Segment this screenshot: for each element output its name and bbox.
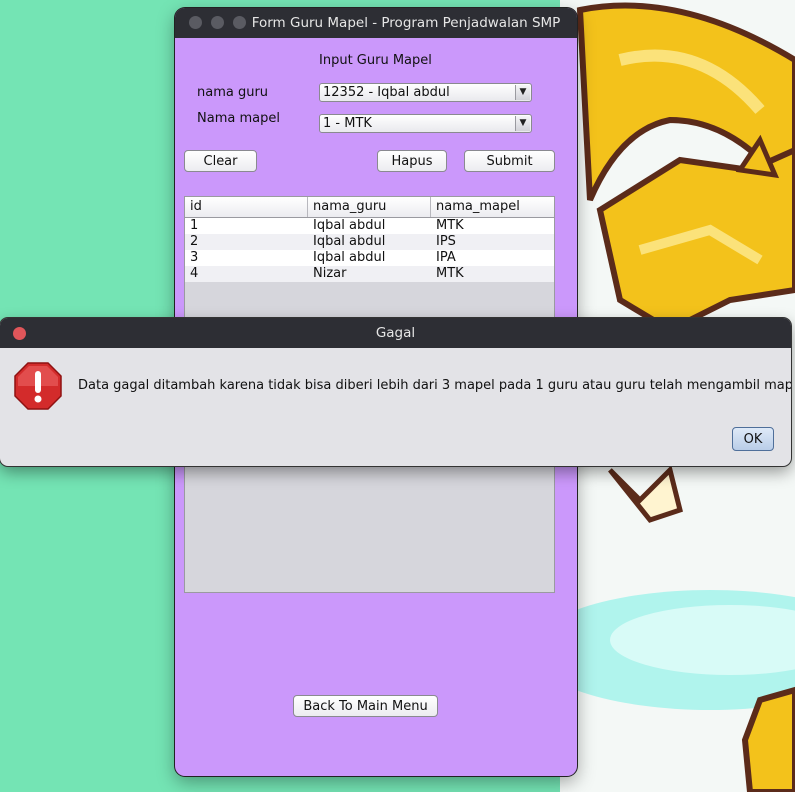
nama-guru-value: 12352 - Iqbal abdul [323, 85, 450, 100]
cell-id: 3 [190, 250, 199, 265]
back-to-main-menu-button[interactable]: Back To Main Menu [293, 695, 438, 717]
nama-guru-select[interactable]: 12352 - Iqbal abdul ▼ [319, 83, 532, 102]
clear-button[interactable]: Clear [184, 150, 257, 172]
dialog-title: Gagal [375, 325, 416, 341]
cell-id: 1 [190, 218, 199, 233]
cell-id: 4 [190, 266, 199, 281]
dialog-titlebar: Gagal [0, 318, 791, 348]
hapus-button[interactable]: Hapus [377, 150, 447, 172]
nama-guru-label: nama guru [197, 85, 269, 100]
nama-mapel-select[interactable]: 1 - MTK ▼ [319, 114, 532, 133]
chevron-down-icon[interactable]: ▼ [515, 116, 530, 131]
table-body: 1 Iqbal abdul MTK 2 Iqbal abdul IPS 3 Iq… [185, 218, 554, 282]
column-header-nama-mapel[interactable]: nama_mapel [431, 197, 554, 217]
form-heading: Input Guru Mapel [319, 53, 432, 68]
submit-button[interactable]: Submit [464, 150, 555, 172]
dialog-message: Data gagal ditambah karena tidak bisa di… [78, 378, 791, 393]
error-icon [14, 362, 62, 410]
cell-nama-mapel: MTK [436, 266, 464, 281]
cell-nama-guru: Iqbal abdul [313, 250, 386, 265]
table-header: id nama_guru nama_mapel [185, 197, 554, 218]
error-dialog: Gagal Data gagal ditambah karena tidak b… [0, 318, 791, 466]
column-header-id[interactable]: id [185, 197, 308, 217]
table-row[interactable]: 2 Iqbal abdul IPS [185, 234, 554, 250]
cell-nama-mapel: IPS [436, 234, 456, 249]
ok-button[interactable]: OK [732, 427, 774, 451]
table-row[interactable]: 4 Nizar MTK [185, 266, 554, 282]
table-row[interactable]: 3 Iqbal abdul IPA [185, 250, 554, 266]
nama-mapel-value: 1 - MTK [323, 116, 372, 131]
cell-nama-mapel: IPA [436, 250, 456, 265]
column-header-nama-guru[interactable]: nama_guru [308, 197, 431, 217]
cell-nama-guru: Nizar [313, 266, 347, 281]
table-row[interactable]: 1 Iqbal abdul MTK [185, 218, 554, 234]
window-title: Form Guru Mapel - Program Penjadwalan SM… [251, 15, 561, 31]
main-titlebar: Form Guru Mapel - Program Penjadwalan SM… [175, 8, 577, 38]
cell-nama-guru: Iqbal abdul [313, 218, 386, 233]
cell-nama-mapel: MTK [436, 218, 464, 233]
chevron-down-icon[interactable]: ▼ [515, 85, 530, 100]
cell-nama-guru: Iqbal abdul [313, 234, 386, 249]
nama-mapel-label: Nama mapel [197, 111, 280, 126]
cell-id: 2 [190, 234, 199, 249]
